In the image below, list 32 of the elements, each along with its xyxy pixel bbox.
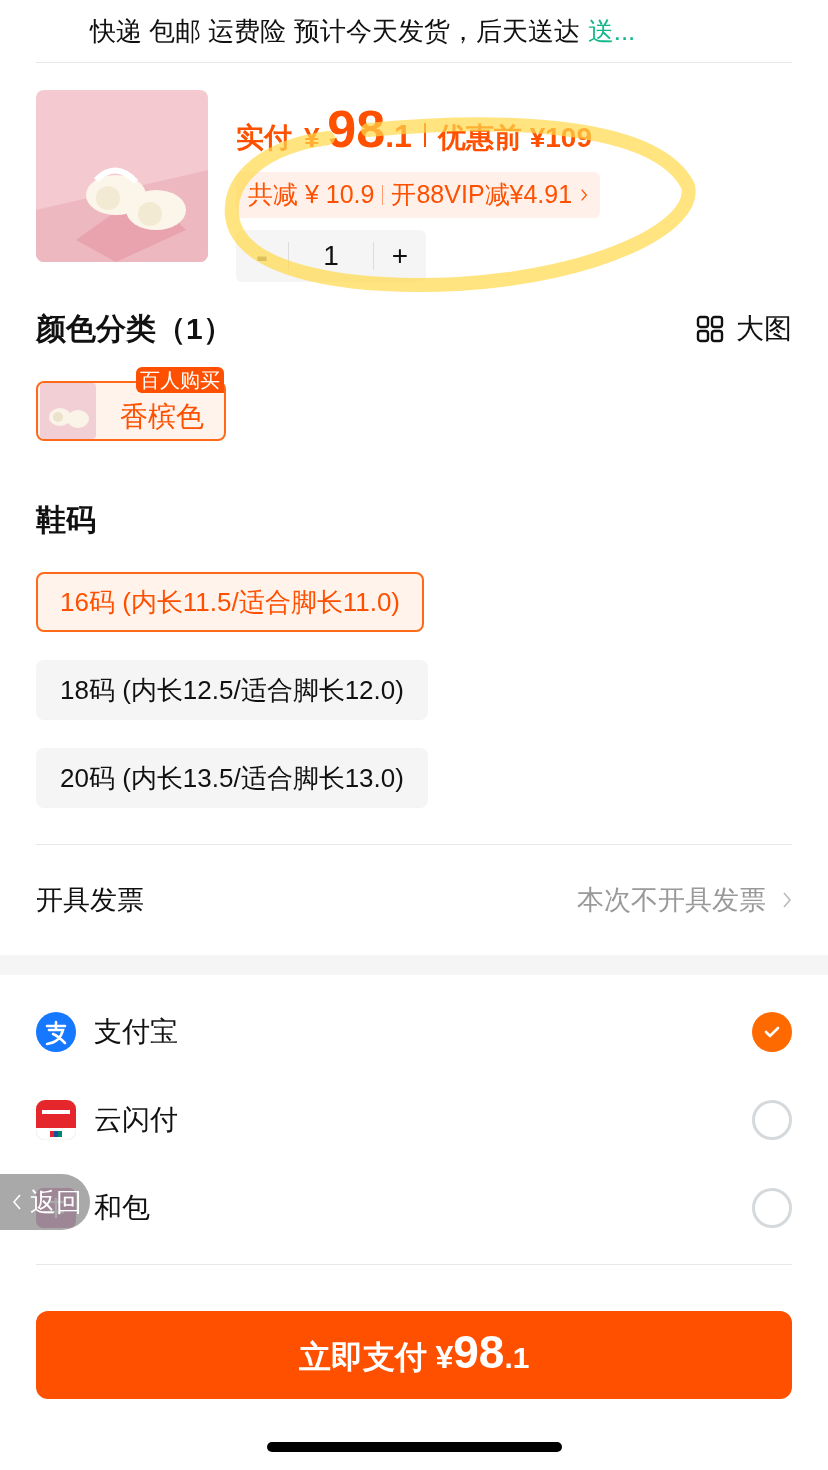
radio-button[interactable] (752, 1100, 792, 1140)
original-price: 优惠前 ¥109 (437, 121, 592, 155)
size-option[interactable]: 20码 (内长13.5/适合脚长13.0) (36, 748, 428, 808)
shipping-info: 快递 包邮 运费险 预计今天发货，后天送达 (90, 14, 580, 48)
section-title: 鞋码 (36, 502, 97, 538)
payment-method-name: 支付宝 (94, 1015, 179, 1049)
size-option[interactable]: 16码 (内长11.5/适合脚长11.0) (36, 572, 425, 632)
radio-button[interactable] (752, 1012, 792, 1052)
quantity-value[interactable]: 1 (289, 235, 373, 277)
large-image-toggle[interactable]: 大图 (696, 307, 792, 350)
payment-logo-icon (36, 1100, 76, 1140)
invoice-option[interactable]: 本次不开具发票 (577, 879, 792, 921)
pay-now-button[interactable]: 立即支付 ¥98.1 (36, 1311, 792, 1399)
chevron-right-icon (782, 891, 792, 909)
vip-offer: 开88VIP减¥4.91 (391, 179, 573, 211)
section-title: 颜色分类（1） (36, 311, 233, 347)
chevron-right-icon (12, 1193, 22, 1211)
popular-badge: 百人购买 (136, 367, 224, 393)
radio-button[interactable] (752, 1188, 792, 1228)
quantity-plus[interactable]: + (374, 235, 426, 277)
chevron-right-icon (580, 188, 589, 202)
paid-label: 实付 (236, 121, 292, 155)
payment-logo-icon (36, 1012, 76, 1052)
payment-method-name: 和包 (94, 1191, 151, 1225)
back-button[interactable]: 返回 (0, 1174, 90, 1230)
discount-badge[interactable]: 共减 ¥ 10.9 开88VIP减¥4.91 (236, 172, 601, 218)
payment-method-name: 云闪付 (94, 1103, 179, 1137)
discount-total: 共减 ¥ 10.9 (248, 179, 375, 211)
size-option[interactable]: 18码 (内长12.5/适合脚长12.0) (36, 660, 428, 720)
grid-icon (696, 314, 724, 343)
invoice-label: 开具发票 (36, 883, 144, 917)
delivery-link[interactable]: 送... (587, 11, 636, 51)
